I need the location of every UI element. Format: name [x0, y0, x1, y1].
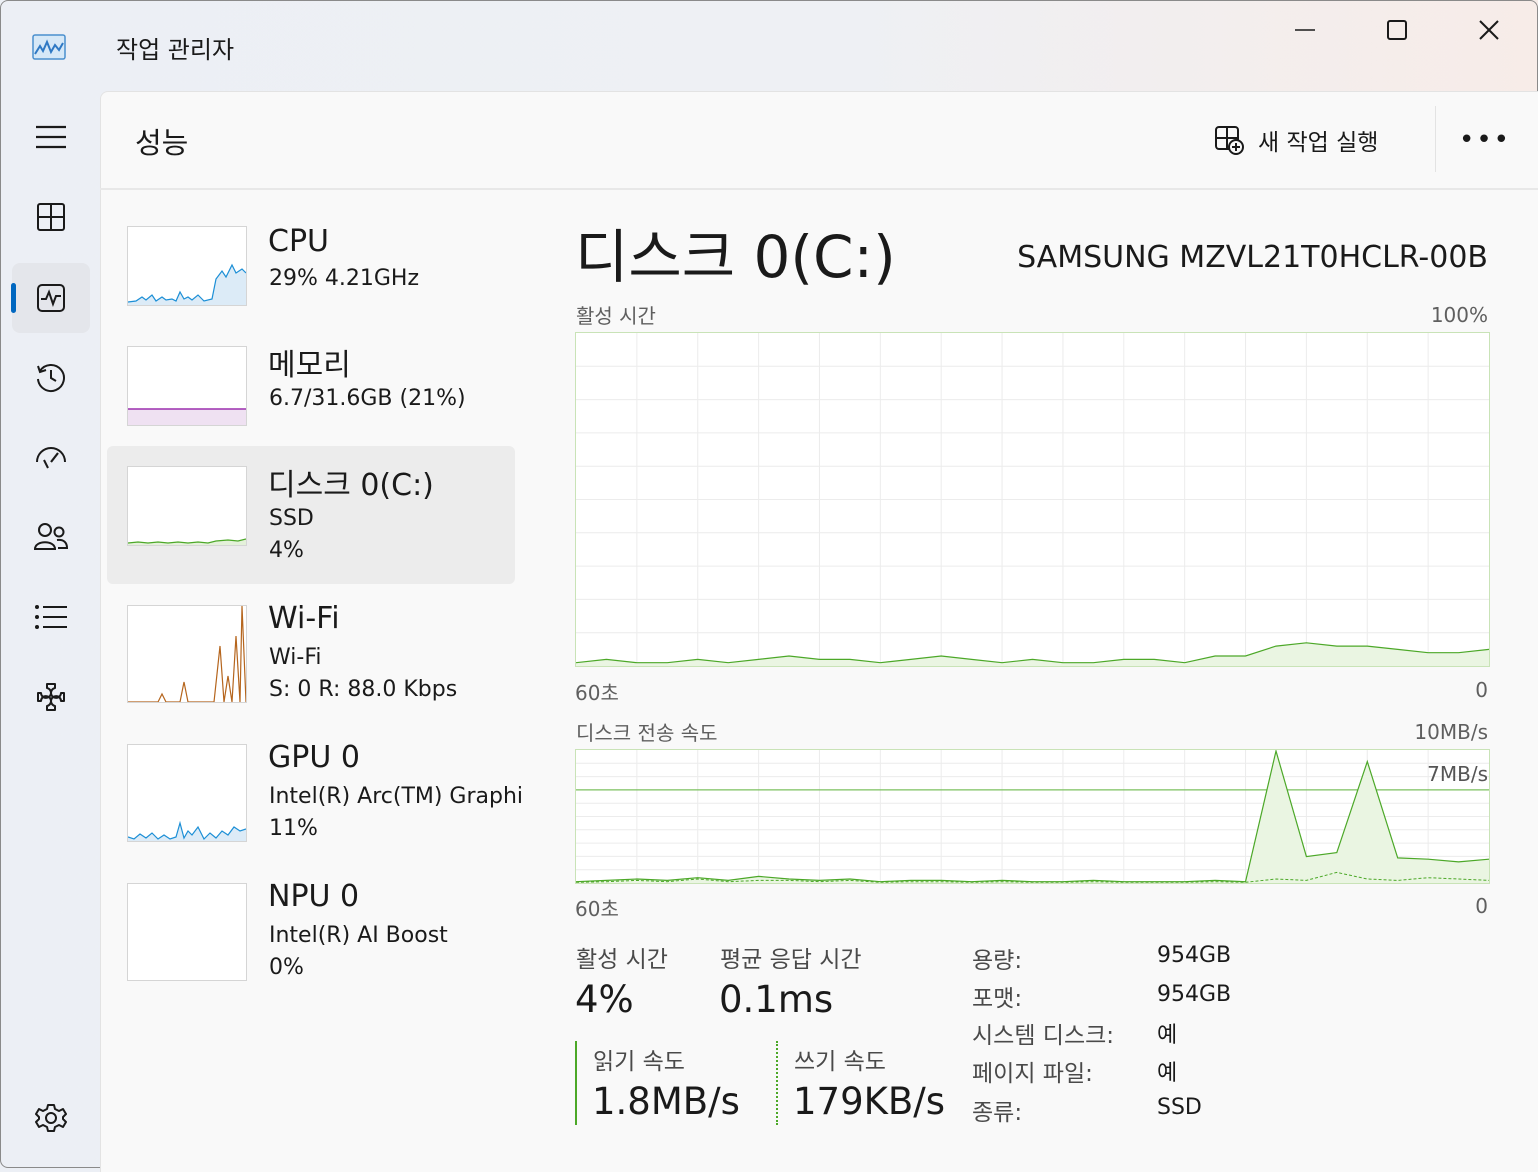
more-icon: ••• [1458, 125, 1511, 155]
transfer-chart-label: 디스크 전송 속도 [576, 721, 718, 745]
write-speed-label: 쓰기 속도 [794, 1049, 886, 1075]
device-detail: Intel(R) Arc(TM) Graphics [269, 784, 521, 809]
disk-title: 디스크 0(C:) [575, 223, 896, 291]
transfer-chart-x-start: 60초 [575, 897, 619, 921]
settings-icon [35, 1104, 67, 1132]
wifi-thumbnail-graph [127, 605, 247, 703]
active-nav-indicator [11, 283, 16, 313]
property-value: 954GB [1157, 943, 1232, 968]
active-chart-x-start: 60초 [575, 681, 619, 705]
close-icon [1479, 20, 1499, 40]
property-value: 954GB [1157, 982, 1232, 1007]
performance-icon [37, 284, 65, 312]
minimize-icon [1295, 29, 1315, 31]
menu-button[interactable] [12, 102, 90, 172]
device-name: NPU 0 [268, 879, 360, 914]
maximize-icon [1387, 20, 1407, 40]
avg-response-label: 평균 응답 시간 [720, 947, 862, 973]
task-manager-icon [32, 34, 66, 60]
property-key: 시스템 디스크: [972, 1023, 1115, 1049]
active-time-chart [575, 332, 1490, 667]
device-detail: SSD [269, 506, 314, 531]
property-key: 종류: [972, 1100, 1023, 1126]
maximize-button[interactable] [1352, 8, 1442, 52]
page-title: 성능 [135, 126, 189, 160]
property-value: 예 [1157, 1061, 1178, 1086]
read-speed-value: 1.8MB/s [592, 1080, 740, 1123]
device-usage: 0% [269, 955, 304, 980]
device-name: GPU 0 [268, 740, 360, 775]
gpu-thumbnail-graph [127, 744, 247, 842]
property-value: 예 [1157, 1023, 1178, 1048]
disk-thumbnail-graph [127, 466, 247, 546]
device-name: Wi-Fi [268, 601, 340, 636]
active-chart-max: 100% [1430, 303, 1488, 327]
write-speed-legend-line [776, 1041, 778, 1125]
device-usage: 4% [269, 538, 304, 563]
write-speed-value: 179KB/s [793, 1080, 946, 1123]
property-key: 용량: [972, 948, 1023, 974]
transfer-rate-chart [575, 748, 1490, 884]
device-detail: Intel(R) AI Boost [269, 923, 448, 948]
device-gpu-0[interactable]: GPU 0 Intel(R) Arc(TM) Graphics 11% [107, 734, 521, 872]
device-detail: 6.7/31.6GB (21%) [269, 386, 466, 411]
users-icon [33, 523, 69, 550]
new-task-icon [1215, 126, 1244, 155]
active-chart-x-end: 0 [1475, 678, 1488, 702]
read-speed-label: 읽기 속도 [593, 1049, 685, 1075]
menu-icon [36, 125, 66, 149]
transfer-chart-x-end: 0 [1475, 894, 1488, 918]
device-wifi[interactable]: Wi-Fi Wi-Fi S: 0 R: 88.0 Kbps [107, 595, 515, 733]
nav-details[interactable] [12, 582, 90, 652]
device-cpu[interactable]: CPU 29% 4.21GHz [107, 216, 515, 354]
active-time-label: 활성 시간 [576, 947, 668, 973]
device-throughput: S: 0 R: 88.0 Kbps [269, 677, 458, 702]
details-icon [35, 605, 67, 629]
close-button[interactable] [1444, 8, 1534, 52]
nav-startup-apps[interactable] [12, 422, 90, 492]
cpu-thumbnail-graph [127, 226, 247, 306]
more-options-button[interactable]: ••• [1456, 118, 1514, 162]
toolbar-separator [1435, 106, 1436, 172]
device-usage: 11% [269, 816, 318, 841]
nav-app-history[interactable] [12, 342, 90, 412]
npu-thumbnail-graph [127, 883, 247, 981]
minimize-button[interactable] [1260, 8, 1350, 52]
run-new-task-label: 새 작업 실행 [1258, 130, 1379, 156]
processes-icon [37, 203, 65, 231]
transfer-chart-max: 10MB/s [1414, 720, 1488, 744]
nav-performance[interactable] [12, 263, 90, 333]
device-name: 디스크 0(C:) [268, 468, 434, 503]
avg-response-value: 0.1ms [719, 978, 834, 1021]
read-speed-legend-line [575, 1041, 577, 1125]
run-new-task-button[interactable]: 새 작업 실행 [1214, 116, 1378, 164]
active-time-value: 4% [575, 978, 634, 1021]
nav-settings[interactable] [12, 1083, 90, 1153]
app-title: 작업 관리자 [116, 36, 235, 64]
app-history-icon [37, 364, 65, 392]
device-detail: 29% 4.21GHz [269, 266, 420, 291]
services-icon [37, 683, 65, 711]
device-name: CPU [268, 224, 329, 259]
property-key: 포맷: [972, 986, 1023, 1012]
property-value: SSD [1157, 1095, 1202, 1120]
nav-services[interactable] [12, 662, 90, 732]
device-disk-0[interactable]: 디스크 0(C:) SSD 4% [107, 446, 515, 584]
memory-thumbnail-graph [127, 346, 247, 426]
nav-processes[interactable] [12, 182, 90, 252]
startup-apps-icon [36, 447, 66, 469]
disk-model: SAMSUNG MZVL21T0HCLR-00B [1017, 240, 1488, 275]
active-chart-label: 활성 시간 [576, 304, 656, 328]
nav-users[interactable] [12, 502, 90, 572]
device-npu-0[interactable]: NPU 0 Intel(R) AI Boost 0% [107, 873, 515, 1011]
device-detail: Wi-Fi [269, 645, 322, 670]
transfer-chart-line-label: 7MB/s [1427, 762, 1488, 786]
device-name: 메모리 [268, 348, 351, 383]
property-key: 페이지 파일: [972, 1061, 1093, 1087]
header-separator [100, 188, 1538, 190]
